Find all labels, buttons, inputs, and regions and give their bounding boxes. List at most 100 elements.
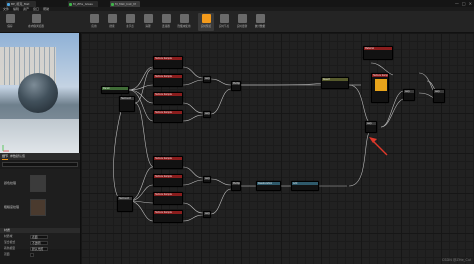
minimize-icon[interactable]: — (455, 0, 459, 7)
node-title: TexCoord (120, 97, 134, 100)
preview-floor (0, 119, 79, 153)
graph-node[interactable]: Texture Sample (153, 192, 183, 205)
graph-node[interactable]: Texture Sample (153, 74, 183, 87)
graph-node[interactable]: Lerp (203, 76, 211, 83)
browse-button[interactable]: 在内容浏览器 (28, 13, 44, 31)
maximize-icon[interactable]: □ (462, 0, 466, 7)
graph-node[interactable]: Material (363, 46, 393, 60)
graph-node[interactable]: Lerp (365, 121, 377, 133)
save-icon (5, 14, 15, 23)
watermark: CSDN @ZHe_Cui (441, 258, 471, 262)
param-row: 颜色纹理 (0, 173, 80, 195)
window-controls: — □ ✕ (455, 0, 472, 7)
field-key: 着色模型 (4, 246, 16, 250)
field-row: 双面 (0, 252, 80, 257)
apply-button[interactable]: 应用 (86, 13, 102, 31)
graph-node[interactable]: Lerp (433, 89, 445, 103)
node-title: Material (364, 47, 392, 50)
details-tabs: 细节 参数默认值 (0, 153, 80, 160)
clean-icon (143, 14, 153, 23)
graph-node[interactable]: Lerp (203, 176, 211, 183)
field-row: 着色模型 默认光照 (0, 246, 80, 251)
live-update-icon (237, 14, 247, 23)
graph-node[interactable]: Texture Sample (153, 174, 183, 187)
shading-model-select[interactable]: 默认光照 (30, 246, 48, 251)
apply-label: 应用 (91, 25, 97, 28)
graph-node[interactable]: Add (291, 181, 319, 191)
asset-icon (7, 2, 10, 6)
live-preview-label: 实时预览 (200, 25, 212, 28)
node-title: TexCoord (118, 197, 132, 200)
node-title: Texture Sample (154, 57, 182, 60)
node-title: Lerp (434, 90, 444, 93)
search-label: 搜索 (109, 25, 115, 28)
material-domain-select[interactable]: 表面 (30, 234, 48, 239)
graph-node[interactable]: Desaturation (256, 181, 281, 191)
home-icon (125, 14, 135, 23)
preview-viewport[interactable] (0, 33, 80, 153)
left-panel: 细节 参数默认值 颜色纹理 粗糙度纹理 材质 材质域 表面 混合模式 不透明 着色模… (0, 33, 80, 264)
graph-node[interactable]: Texture Sample (153, 56, 183, 69)
search-button[interactable]: 搜索 (104, 13, 120, 31)
graph-node[interactable]: Texture Sample (153, 210, 183, 223)
connector-button[interactable]: 连接器 (158, 13, 174, 31)
node-title: Texture Sample (154, 193, 182, 196)
graph-node[interactable]: Param (101, 86, 129, 94)
node-title: Texture Sample (154, 75, 182, 78)
material-section-header[interactable]: 材质 (0, 228, 80, 233)
node-title: Lerp (204, 212, 210, 215)
material-graph[interactable]: Param TexCoord Texture Sample Texture Sa… (81, 33, 474, 264)
save-label: 保存 (7, 25, 13, 28)
field-key: 材质域 (4, 234, 13, 238)
live-nodes-icon (219, 14, 229, 23)
node-title: Desaturation (257, 182, 280, 185)
browse-icon (31, 14, 41, 23)
graph-node[interactable]: Lerp (203, 211, 211, 218)
texture-thumbnail[interactable] (30, 199, 46, 216)
save-button[interactable]: 保存 (2, 13, 18, 31)
annotation-arrow (369, 137, 388, 156)
node-title: Texture Sample (372, 74, 388, 77)
tab-param-defaults[interactable]: 参数默认值 (10, 153, 25, 160)
live-preview-icon (201, 14, 211, 23)
graph-node[interactable]: TexCoord (119, 96, 135, 112)
graph-node[interactable]: TexCoord (117, 196, 133, 212)
graph-node[interactable]: Texture Sample (153, 92, 183, 105)
home-button[interactable]: 主节点 (122, 13, 138, 31)
tab-2-label: M_Mat_Inst_M (115, 2, 136, 6)
live-update-button[interactable]: 实时更新 (234, 13, 250, 31)
hide-icon (179, 14, 189, 23)
hide-unused-button[interactable]: 隐藏未使用 (176, 13, 192, 31)
graph-node[interactable]: Texture Sample (153, 110, 183, 123)
graph-wires (113, 62, 440, 222)
node-title: Lerp (366, 122, 376, 125)
live-nodes-button[interactable]: 实时节点 (216, 13, 232, 31)
axis-gizmo-icon (2, 144, 10, 153)
field-row: 混合模式 不透明 (0, 240, 80, 245)
node-title: Multiply (232, 82, 240, 85)
clean-button[interactable]: 清理 (140, 13, 156, 31)
material-icon (69, 2, 72, 6)
graph-node[interactable]: Multiply (231, 181, 241, 191)
graph-node[interactable]: Lerp (403, 89, 415, 101)
node-title: Multiply (232, 182, 240, 185)
node-title: Lerp (404, 90, 414, 93)
graph-node[interactable]: Texture Sample (371, 73, 389, 103)
details-search-input[interactable] (2, 162, 78, 167)
texture-thumbnail[interactable] (30, 175, 46, 192)
preview-sphere (18, 73, 58, 113)
home-label: 主节点 (126, 25, 134, 28)
blend-mode-select[interactable]: 不透明 (30, 240, 48, 245)
tab-details[interactable]: 细节 (2, 153, 9, 160)
node-title: Lerp (204, 112, 210, 115)
texture-preview (375, 79, 387, 91)
param-label: 粗糙度纹理 (4, 205, 20, 209)
graph-node[interactable]: Multiply (231, 81, 241, 91)
graph-node[interactable]: Result (321, 77, 349, 89)
graph-node[interactable]: Lerp (203, 111, 211, 118)
live-preview-button[interactable]: 实时预览 (198, 13, 214, 31)
stats-button[interactable]: 统计数据 (252, 13, 268, 31)
two-sided-checkbox[interactable] (30, 252, 34, 257)
close-icon[interactable]: ✕ (469, 0, 472, 7)
graph-node[interactable]: Texture Sample (153, 156, 183, 169)
